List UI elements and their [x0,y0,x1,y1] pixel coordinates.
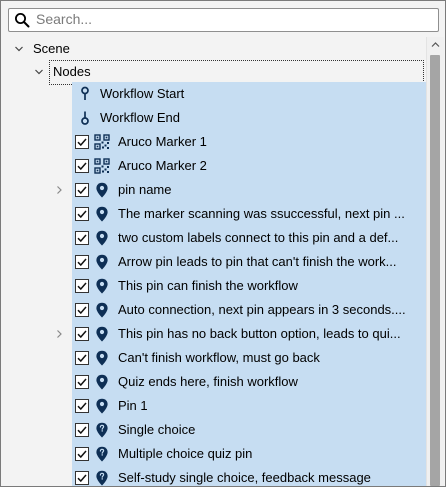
tree-item-label: Aruco Marker 1 [118,134,207,149]
tree-item-label: The marker scanning was ssuccessful, nex… [118,206,405,221]
quiz-pin-icon [96,470,108,486]
tree-item-label: This pin can finish the workflow [118,278,298,293]
visibility-checkbox[interactable] [75,183,89,197]
map-pin-icon [96,302,108,318]
tree-item-node[interactable]: Quiz ends here, finish workflow [72,370,426,394]
tree-item-label: Can't finish workflow, must go back [118,350,320,365]
tree-item-label: This pin has no back button option, lead… [118,326,401,341]
vertical-scrollbar[interactable] [426,37,444,486]
visibility-checkbox[interactable] [75,255,89,269]
tree-item-label: Quiz ends here, finish workflow [118,374,298,389]
scroll-up-arrow-icon[interactable] [431,41,440,48]
tree-item-label: Workflow End [100,110,180,125]
quiz-pin-icon [96,446,108,462]
visibility-checkbox[interactable] [75,303,89,317]
qr-marker-icon [94,158,110,174]
visibility-checkbox[interactable] [75,327,89,341]
workflow-start-icon [81,86,89,100]
tree-item-node[interactable]: Workflow Start [72,82,426,106]
tree-item-label: Pin 1 [118,398,148,413]
tree-item-scene[interactable]: Scene [2,37,426,61]
visibility-checkbox[interactable] [75,351,89,365]
tree-item-node[interactable]: Arrow pin leads to pin that can't finish… [72,250,426,274]
tree-item-label: Single choice [118,422,196,437]
chevron-right-icon[interactable] [54,329,64,339]
tree-item-node[interactable]: The marker scanning was ssuccessful, nex… [72,202,426,226]
search-box[interactable] [8,8,439,32]
tree-item-node[interactable]: Aruco Marker 1 [72,130,426,154]
tree-item-label: Self-study single choice, feedback messa… [118,470,371,485]
map-pin-icon [96,182,108,198]
chevron-down-icon[interactable] [14,44,24,54]
visibility-checkbox[interactable] [75,423,89,437]
tree-item-label: Auto connection, next pin appears in 3 s… [118,302,406,317]
tree-item-node[interactable]: two custom labels connect to this pin an… [72,226,426,250]
qr-marker-icon [94,134,110,150]
tree-item-label: Arrow pin leads to pin that can't finish… [118,254,397,269]
map-pin-icon [96,254,108,270]
chevron-right-icon[interactable] [54,185,64,195]
tree-item-node[interactable]: Auto connection, next pin appears in 3 s… [72,298,426,322]
tree-item-label: two custom labels connect to this pin an… [118,230,399,245]
map-pin-icon [96,374,108,390]
visibility-checkbox[interactable] [75,135,89,149]
visibility-checkbox[interactable] [75,159,89,173]
tree-item-label: Nodes [53,64,91,79]
tree-item-node[interactable]: Single choice [72,418,426,442]
tree-item-node[interactable]: Pin 1 [72,394,426,418]
tree-item-label: Multiple choice quiz pin [118,446,253,461]
quiz-pin-icon [96,422,108,438]
tree-item-label: pin name [118,182,172,197]
visibility-checkbox[interactable] [75,447,89,461]
visibility-checkbox[interactable] [75,471,89,485]
visibility-checkbox[interactable] [75,399,89,413]
visibility-checkbox[interactable] [75,279,89,293]
visibility-checkbox[interactable] [75,231,89,245]
chevron-down-icon[interactable] [34,67,44,77]
map-pin-icon [96,206,108,222]
map-pin-icon [96,230,108,246]
map-pin-icon [96,326,108,342]
tree-item-node[interactable]: Aruco Marker 2 [72,154,426,178]
scene-tree-panel: Scene Nodes Workflow Start Workflow End Ar… [0,0,446,487]
tree-item-label: Aruco Marker 2 [118,158,207,173]
tree-item-node[interactable]: This pin has no back button option, lead… [72,322,426,346]
tree-item-node[interactable]: Workflow End [72,106,426,130]
tree-item-node[interactable]: Self-study single choice, feedback messa… [72,466,426,486]
scene-tree: Scene Nodes Workflow Start Workflow End Ar… [2,37,426,486]
tree-item-node[interactable]: Multiple choice quiz pin [72,442,426,466]
visibility-checkbox[interactable] [75,207,89,221]
tree-item-node[interactable]: pin name [72,178,426,202]
map-pin-icon [96,398,108,414]
workflow-end-icon [81,111,89,125]
visibility-checkbox[interactable] [75,375,89,389]
tree-item-label: Scene [33,41,70,56]
search-icon [15,13,30,28]
scrollbar-thumb[interactable] [430,55,440,486]
tree-item-label: Workflow Start [100,86,185,101]
tree-item-node[interactable]: This pin can finish the workflow [72,274,426,298]
tree-item-node[interactable]: Can't finish workflow, must go back [72,346,426,370]
map-pin-icon [96,350,108,366]
map-pin-icon [96,278,108,294]
search-input[interactable] [36,10,426,28]
